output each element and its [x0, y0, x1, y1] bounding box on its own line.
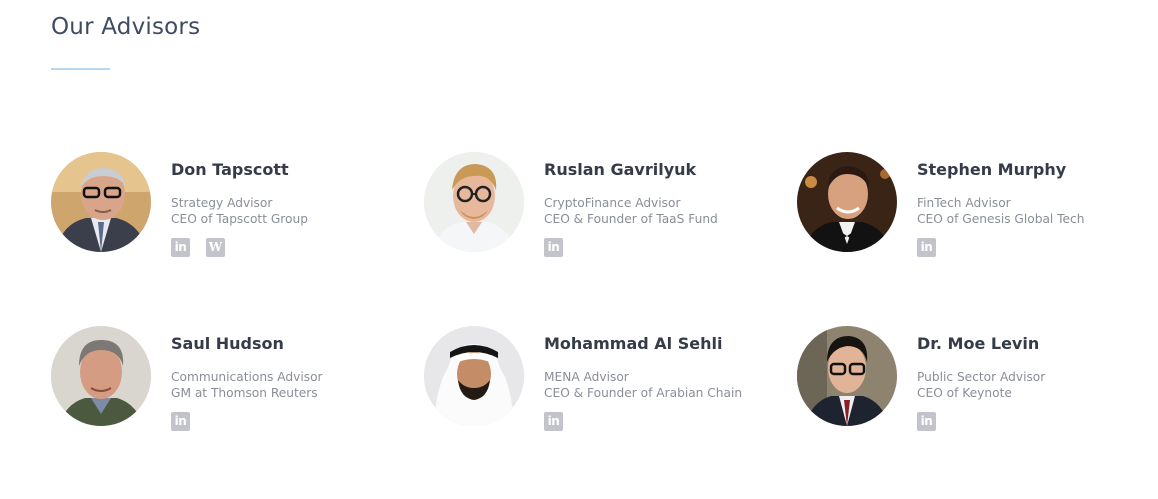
advisor-role: Public Sector Advisor [917, 370, 1046, 384]
advisor-photo [424, 152, 524, 252]
social-links: in W [171, 238, 411, 258]
advisor-role: Communications Advisor [171, 370, 323, 384]
advisor-company: GM at Thomson Reuters [171, 386, 318, 400]
section-title: Our Advisors [51, 14, 201, 40]
advisor-name: Ruslan Gavrilyuk [544, 160, 697, 179]
advisor-card: Mohammad Al Sehli MENA Advisor CEO & Fou… [424, 326, 764, 436]
linkedin-icon[interactable]: in [171, 238, 190, 257]
social-links: in [917, 412, 1157, 432]
advisor-company: CEO of Genesis Global Tech [917, 212, 1085, 226]
linkedin-icon[interactable]: in [544, 412, 563, 431]
advisor-name: Don Tapscott [171, 160, 289, 179]
advisor-name: Saul Hudson [171, 334, 284, 353]
advisor-photo [51, 152, 151, 252]
advisor-role: CryptoFinance Advisor [544, 196, 681, 210]
advisor-role: MENA Advisor [544, 370, 629, 384]
advisor-company: CEO of Keynote [917, 386, 1012, 400]
linkedin-icon[interactable]: in [544, 238, 563, 257]
social-links: in [544, 412, 784, 432]
linkedin-icon[interactable]: in [917, 238, 936, 257]
advisor-photo [424, 326, 524, 426]
advisor-company: CEO of Tapscott Group [171, 212, 308, 226]
advisor-role: Strategy Advisor [171, 196, 273, 210]
advisor-role: FinTech Advisor [917, 196, 1011, 210]
advisor-company: CEO & Founder of TaaS Fund [544, 212, 718, 226]
social-links: in [171, 412, 411, 432]
advisor-photo [797, 326, 897, 426]
title-underline [51, 68, 110, 70]
social-links: in [544, 238, 784, 258]
social-links: in [917, 238, 1157, 258]
advisor-name: Stephen Murphy [917, 160, 1067, 179]
advisor-photo [797, 152, 897, 252]
advisor-company: CEO & Founder of Arabian Chain [544, 386, 743, 400]
advisor-card: Saul Hudson Communications Advisor GM at… [51, 326, 391, 436]
advisor-card: Ruslan Gavrilyuk CryptoFinance Advisor C… [424, 152, 764, 262]
advisor-name: Mohammad Al Sehli [544, 334, 723, 353]
linkedin-icon[interactable]: in [917, 412, 936, 431]
advisor-photo [51, 326, 151, 426]
advisor-card: Dr. Moe Levin Public Sector Advisor CEO … [797, 326, 1137, 436]
linkedin-icon[interactable]: in [171, 412, 190, 431]
wikipedia-icon[interactable]: W [206, 238, 225, 257]
advisor-card: Stephen Murphy FinTech Advisor CEO of Ge… [797, 152, 1137, 262]
advisor-name: Dr. Moe Levin [917, 334, 1040, 353]
advisor-card: Don Tapscott Strategy Advisor CEO of Tap… [51, 152, 391, 262]
